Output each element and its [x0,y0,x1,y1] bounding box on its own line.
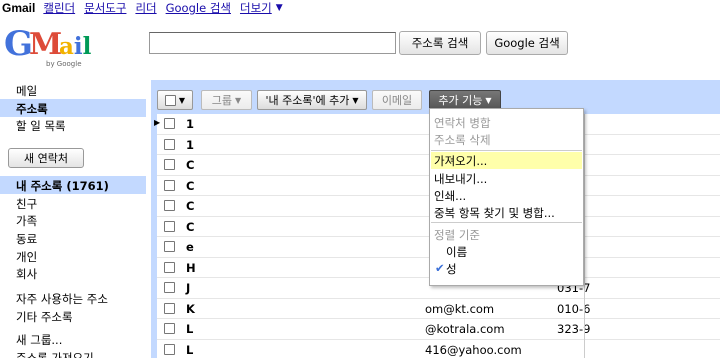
nav-calendar[interactable]: 캘린더 [43,0,75,16]
select-dropdown[interactable]: ▼ [157,90,193,110]
menu-item-print[interactable]: 인쇄... [434,188,466,204]
gmail-logo[interactable]: G M ail by Google [4,24,100,72]
chevron-down-icon: ▼ [235,95,242,105]
menu-item-import[interactable]: 가져오기... [434,153,487,169]
checkmark-icon: ✔ [435,261,445,275]
contact-name[interactable]: H [186,261,196,275]
row-checkbox[interactable] [164,261,175,273]
sidebar-item-tasks[interactable]: 할 일 목록 [16,118,66,134]
menu-item-sort-last-name[interactable]: 성 [446,261,457,277]
contact-name[interactable]: L [186,322,193,336]
sidebar-item-friends[interactable]: 친구 [16,196,37,212]
table-row[interactable]: L @kotrala.com 323-9 [157,319,720,340]
nav-google-search[interactable]: Google 검색 [166,0,231,16]
sidebar-item-new-group[interactable]: 새 그룹... [16,332,62,348]
row-checkbox[interactable] [164,323,175,334]
sidebar-item-coworkers[interactable]: 동료 [16,231,37,247]
new-contact-button[interactable]: 새 연락처 [8,148,84,168]
menu-divider [431,150,582,151]
row-checkbox[interactable] [164,200,175,211]
menu-sort-header: 정렬 기준 [434,228,480,242]
google-search-button[interactable]: Google 검색 [486,31,568,55]
contact-name[interactable]: C [186,158,194,172]
column-divider [584,114,585,358]
more-actions-button[interactable]: 추가 기능 ▼ [429,90,501,110]
chevron-down-icon: ▼ [352,95,359,105]
chevron-down-icon: ▼ [485,95,492,105]
sidebar-item-my-contacts[interactable]: 내 주소록 (1761) [16,178,109,194]
table-row[interactable]: K om@kt.com 010-6 [157,299,720,319]
contact-name[interactable]: C [186,179,194,193]
add-to-my-contacts-button[interactable]: '내 주소록'에 추가 ▼ [257,90,367,110]
sidebar-item-mail[interactable]: 메일 [16,83,37,99]
contact-name[interactable]: C [186,199,194,213]
more-actions-menu: 연락처 병합 주소록 삭제 가져오기... 내보내기... 인쇄... 중복 항… [429,108,584,286]
contact-name[interactable]: e [186,240,194,254]
menu-divider [431,222,582,223]
search-contacts-button[interactable]: 주소록 검색 [399,31,481,55]
contact-email: @kotrala.com [425,322,505,336]
row-checkbox[interactable] [164,159,175,170]
row-checkbox[interactable] [164,220,175,232]
row-checkbox[interactable] [164,282,175,293]
contact-phone: 323-9 [557,322,591,336]
sidebar-item-import[interactable]: 주소록 가져오기 [16,350,94,358]
nav-more[interactable]: 더보기 [240,0,272,16]
chevron-down-icon[interactable]: ▼ [276,3,283,13]
table-row[interactable]: L 416@yahoo.com [157,340,720,358]
row-checkbox[interactable] [164,118,175,129]
top-nav: Gmail 캘린더 문서도구 리더 Google 검색 더보기 ▼ [2,0,283,16]
contact-email: 416@yahoo.com [425,342,522,357]
menu-item-sort-name[interactable]: 이름 [446,244,467,260]
menu-item-find-duplicates[interactable]: 중복 항목 찾기 및 병합... [434,205,555,221]
contact-name[interactable]: C [186,220,194,234]
row-checkbox[interactable] [164,343,175,355]
nav-reader[interactable]: 리더 [135,0,156,16]
chevron-down-icon: ▼ [178,95,186,105]
row-checkbox[interactable] [164,138,175,150]
row-checkbox[interactable] [164,302,175,314]
sidebar-item-other[interactable]: 기타 주소록 [16,309,73,325]
nav-documents[interactable]: 문서도구 [84,0,126,16]
group-button[interactable]: 그룹 ▼ [201,90,252,110]
sidebar-item-company[interactable]: 회사 [16,266,37,282]
sidebar-item-personal[interactable]: 개인 [16,249,37,265]
row-checkbox[interactable] [164,241,175,252]
row-checkbox[interactable] [164,179,175,191]
nav-gmail: Gmail [2,1,36,15]
contact-name[interactable]: 1 [186,117,194,131]
contact-name[interactable]: J [186,281,190,295]
contact-phone: 010-6 [557,301,591,316]
contact-name[interactable]: K [186,302,195,316]
menu-item-merge: 연락처 병합 [434,116,491,130]
menu-item-delete: 주소록 삭제 [434,133,491,147]
contact-email: om@kt.com [425,301,495,316]
sidebar-item-family[interactable]: 가족 [16,213,37,229]
sidebar-item-frequent[interactable]: 자주 사용하는 주소 [16,291,108,307]
sidebar-item-contacts[interactable]: 주소록 [16,101,48,117]
email-button[interactable]: 이메일 [372,90,422,110]
select-all-checkbox[interactable] [164,94,176,106]
search-input[interactable] [149,32,396,54]
contact-name[interactable]: L [186,343,193,357]
contact-name[interactable]: 1 [186,138,194,152]
menu-item-export[interactable]: 내보내기... [434,171,487,187]
row-pointer-icon: ▶ [154,118,161,127]
